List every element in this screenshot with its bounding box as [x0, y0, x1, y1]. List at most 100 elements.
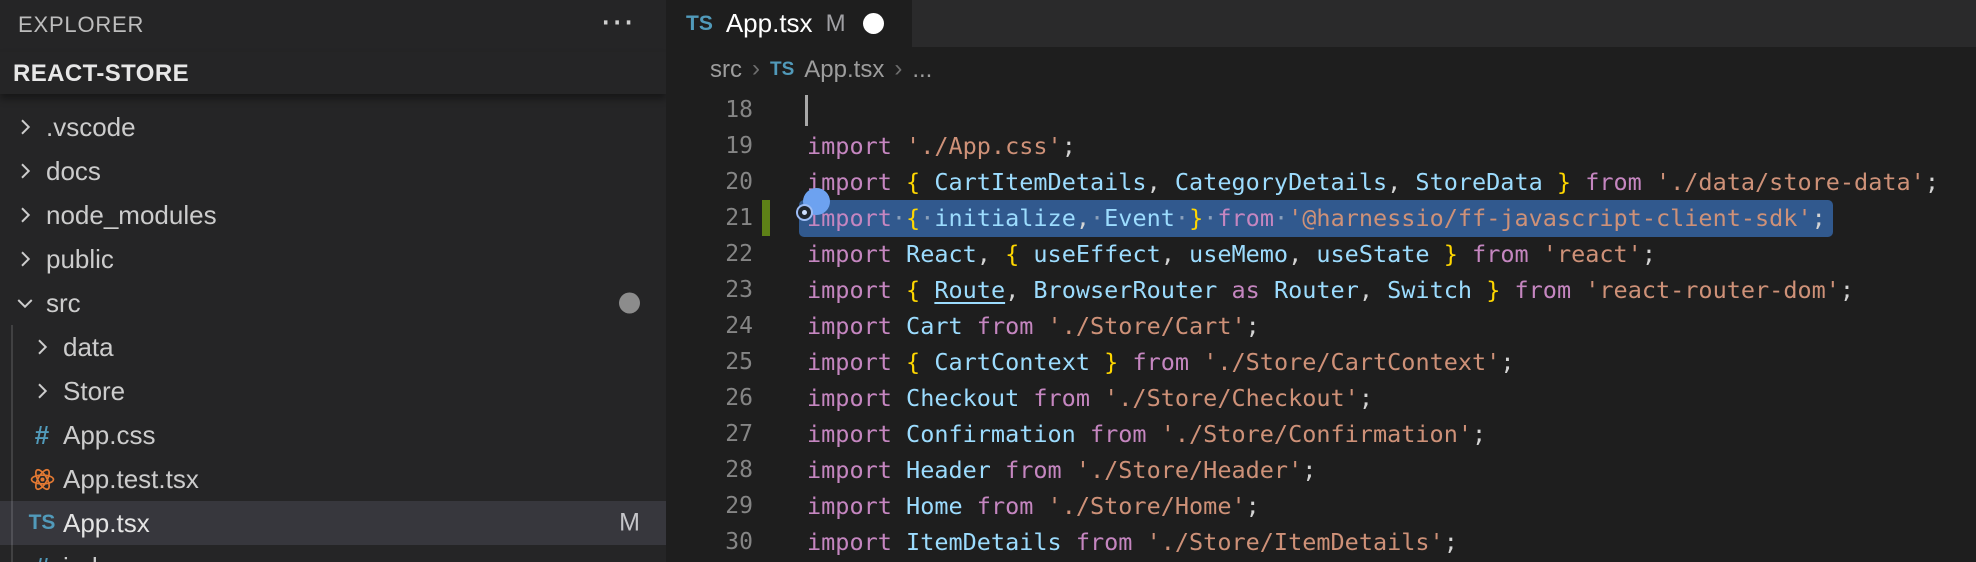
chevron-right-icon[interactable] [27, 376, 57, 406]
code-text: import './App.css'; [807, 128, 1076, 164]
vscode-window: EXPLORER ⋯ REACT-STORE .vscode docs node_m… [0, 0, 1976, 562]
chevron-right-icon[interactable] [10, 244, 40, 274]
code-text: import Cart from './Store/Cart'; [807, 308, 1260, 344]
code-line-18[interactable]: 18 [666, 92, 1976, 128]
breadcrumb-item-app-tsx[interactable]: App.tsx [804, 56, 884, 84]
code-line-22[interactable]: 22 import React, { useEffect, useMemo, us… [666, 236, 1976, 272]
tree-item-label: App.tsx [63, 508, 150, 539]
line-number[interactable]: 21 [666, 200, 753, 236]
code-line-24[interactable]: 24 import Cart from './Store/Cart'; [666, 308, 1976, 344]
tree-item-docs[interactable]: docs [0, 149, 666, 193]
chevron-right-icon[interactable] [10, 156, 40, 186]
chevron-right-icon[interactable] [10, 112, 40, 142]
code-text: import ItemDetails from './Store/ItemDet… [807, 524, 1458, 560]
tree-item-index-css[interactable]: # index.css [0, 545, 666, 562]
git-modified-gutter-bar [762, 200, 770, 236]
tree-item-src[interactable]: src [0, 281, 666, 325]
typescript-icon: TS [686, 12, 713, 36]
tree-item-label: node_modules [46, 200, 217, 231]
tree-item-store[interactable]: Store [0, 369, 666, 413]
tree-item-label: App.test.tsx [63, 464, 199, 495]
breadcrumb-item-src[interactable]: src [710, 56, 742, 84]
code-text: import { Route, BrowserRouter as Router,… [807, 272, 1854, 308]
line-number[interactable]: 22 [666, 236, 753, 272]
line-number[interactable]: 23 [666, 272, 753, 308]
breadcrumb-item--[interactable]: ... [912, 56, 932, 84]
line-number[interactable]: 29 [666, 488, 753, 524]
code-text: import React, { useEffect, useMemo, useS… [807, 236, 1656, 272]
line-number[interactable]: 24 [666, 308, 753, 344]
code-lines: 1819 import './App.css'; 20 import { CartIt… [666, 92, 1976, 560]
tree-item-app-test-tsx[interactable]: App.test.tsx [0, 457, 666, 501]
code-text: import Home from './Store/Home'; [807, 488, 1260, 524]
breadcrumb: src › TS App.tsx ›... [666, 47, 1976, 92]
css-file-icon: # [27, 420, 57, 450]
editor-group: TS App.tsx M src › TS App.tsx ›... 1819 impor… [666, 0, 1976, 562]
code-line-30[interactable]: 30 import ItemDetails from './Store/ItemD… [666, 524, 1976, 560]
text-cursor [805, 95, 808, 126]
code-text: import Checkout from './Store/Checkout'; [807, 380, 1373, 416]
code-line-20[interactable]: 20 import { CartItemDetails, CategoryDeta… [666, 164, 1976, 200]
git-modified-badge: M [619, 509, 640, 538]
tree-item-label: public [46, 244, 114, 275]
typescript-icon: TS [27, 508, 57, 538]
explorer-title: EXPLORER [18, 12, 144, 38]
breadcrumb-separator-icon: › [894, 55, 902, 83]
selection-highlight: import·{·initialize,·Event·}·from·'@harn… [799, 200, 1833, 237]
code-text: import { CartContext } from './Store/Car… [807, 344, 1515, 380]
tree-item--vscode[interactable]: .vscode [0, 105, 666, 149]
code-line-23[interactable]: 23 import { Route, BrowserRouter as Route… [666, 272, 1976, 308]
tab-app-tsx[interactable]: TS App.tsx M [666, 0, 912, 47]
line-number[interactable]: 28 [666, 452, 753, 488]
chevron-down-icon[interactable] [10, 288, 40, 318]
tab-git-modified-badge: M [826, 10, 846, 38]
code-text: import Header from './Store/Header'; [807, 452, 1316, 488]
code-editor[interactable]: 1819 import './App.css'; 20 import { CartIt… [666, 92, 1976, 562]
line-number[interactable]: 30 [666, 524, 753, 560]
tree-item-public[interactable]: public [0, 237, 666, 281]
chevron-right-icon[interactable] [27, 332, 57, 362]
css-file-icon: # [27, 552, 57, 562]
tree-indent-guide [11, 325, 13, 562]
breadcrumb-separator-icon: › [752, 55, 760, 83]
line-number[interactable]: 18 [666, 92, 753, 128]
react-file-icon [27, 464, 57, 494]
tab-bar: TS App.tsx M [666, 0, 1976, 47]
code-text: import·{·initialize,·Event·}·from·'@harn… [807, 200, 1833, 236]
project-name: REACT-STORE [13, 60, 189, 88]
tree-item-app-css[interactable]: #App.css [0, 413, 666, 457]
line-number[interactable]: 27 [666, 416, 753, 452]
code-line-27[interactable]: 27 import Confirmation from './Store/Conf… [666, 416, 1976, 452]
tree-item-app-tsx[interactable]: TSApp.tsx M [0, 501, 666, 545]
line-number[interactable]: 20 [666, 164, 753, 200]
code-line-19[interactable]: 19 import './App.css'; [666, 128, 1976, 164]
file-tree: .vscode docs node_modulespublic src data Stor… [0, 105, 666, 562]
folder-modified-dot-icon [619, 293, 640, 314]
project-section-header[interactable]: REACT-STORE [0, 52, 666, 94]
explorer-sidebar: EXPLORER ⋯ REACT-STORE .vscode docs node_m… [0, 0, 666, 562]
chevron-right-icon[interactable] [10, 200, 40, 230]
code-line-25[interactable]: 25 import { CartContext } from './Store/C… [666, 344, 1976, 380]
line-number[interactable]: 25 [666, 344, 753, 380]
code-line-26[interactable]: 26 import Checkout from './Store/Checkout… [666, 380, 1976, 416]
tab-filename: App.tsx [726, 8, 813, 39]
code-line-28[interactable]: 28 import Header from './Store/Header'; [666, 452, 1976, 488]
tree-item-node-modules[interactable]: node_modules [0, 193, 666, 237]
code-line-21[interactable]: 21 import·{·initialize,·Event·}·from·'@ha… [666, 200, 1976, 236]
tree-item-label: App.css [63, 420, 156, 451]
tab-dirty-dot-icon[interactable] [863, 13, 884, 34]
tree-item-label: src [46, 288, 81, 319]
tree-item-data[interactable]: data [0, 325, 666, 369]
typescript-icon: TS [770, 59, 794, 81]
line-number[interactable]: 26 [666, 380, 753, 416]
more-actions-icon[interactable]: ⋯ [600, 2, 634, 42]
code-text: import { CartItemDetails, CategoryDetail… [807, 164, 1939, 200]
tree-item-label: docs [46, 156, 101, 187]
code-text: import Confirmation from './Store/Confir… [807, 416, 1486, 452]
code-line-29[interactable]: 29 import Home from './Store/Home'; [666, 488, 1976, 524]
tree-item-label: data [63, 332, 114, 363]
tree-item-label: .vscode [46, 112, 136, 143]
explorer-pane-header: EXPLORER ⋯ [0, 0, 666, 50]
tree-item-label: index.css [63, 552, 171, 562]
line-number[interactable]: 19 [666, 128, 753, 164]
